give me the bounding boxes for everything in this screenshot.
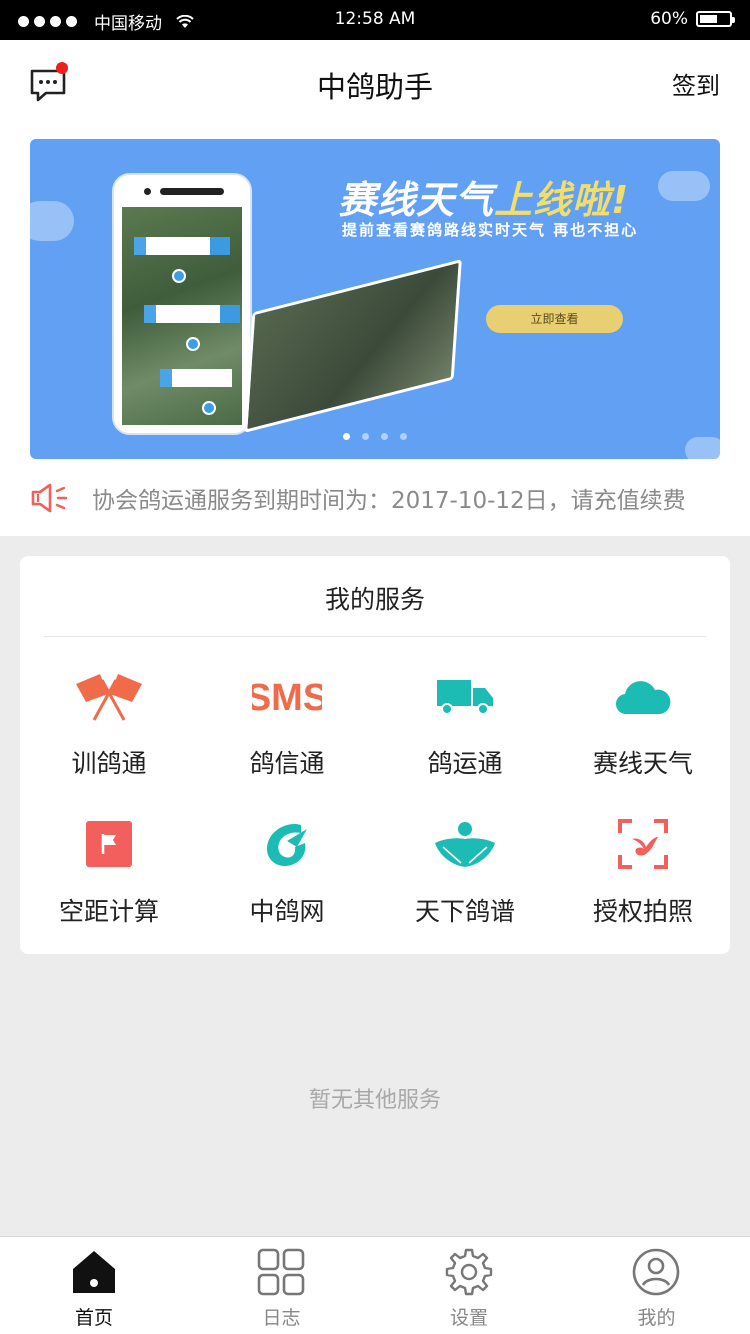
grid-icon	[257, 1248, 305, 1296]
pager-dot[interactable]	[362, 433, 369, 440]
home-icon	[72, 1251, 115, 1293]
cloud-decoration	[30, 201, 74, 241]
notice-bar[interactable]: 协会鸽运通服务到期时间为：2017-10-12日，请充值续费	[30, 478, 730, 518]
status-right: 60%	[650, 9, 735, 29]
tab-label: 我的	[637, 1307, 676, 1329]
service-geyuntong[interactable]: 鸽运通	[376, 666, 554, 806]
view-now-button[interactable]: 立即查看	[486, 305, 623, 333]
status-bar: 中国移动 12:58 AM 60%	[0, 0, 750, 40]
cloud-decoration	[685, 437, 720, 459]
services-title: 我的服务	[324, 585, 425, 614]
service-kongjujisuan[interactable]: 空距计算	[20, 814, 198, 954]
divider	[44, 636, 706, 637]
promo-banner[interactable]: 赛线天气上线啦! 提前查看赛鸽路线实时天气 再也不担心 立即查看	[30, 139, 720, 459]
service-gexintong[interactable]: SMS 鸽信通	[198, 666, 376, 806]
sms-icon: SMS	[252, 677, 322, 718]
signin-button[interactable]: 签到	[672, 66, 720, 101]
cloud-icon	[615, 681, 671, 715]
pager-dot[interactable]	[400, 433, 407, 440]
my-services-card: 我的服务 训鸽通 SMS 鸽信通 鸽运通 赛线天气 空距计算 中鸽网 天下鸽谱 …	[20, 556, 730, 954]
service-label: 天下鸽谱	[414, 897, 515, 926]
tablet-illustration	[244, 259, 462, 433]
tab-label: 设置	[449, 1307, 488, 1329]
tab-settings[interactable]: 设置	[375, 1237, 563, 1334]
banner-subtitle: 提前查看赛鸽路线实时天气 再也不担心	[342, 221, 639, 239]
tab-mine[interactable]: 我的	[563, 1237, 750, 1334]
phone-illustration	[112, 173, 252, 435]
tab-label: 日志	[262, 1307, 301, 1329]
service-label: 空距计算	[58, 897, 159, 926]
pigeon-logo-icon	[266, 823, 307, 867]
speaker-icon	[31, 483, 68, 513]
page-title: 中鸽助手	[316, 70, 433, 104]
tab-home[interactable]: 首页	[0, 1237, 188, 1334]
pigeon-wings-icon	[435, 822, 495, 867]
cloud-decoration	[658, 171, 710, 201]
crossed-flags-icon	[76, 674, 142, 721]
svg-text:SMS: SMS	[252, 677, 322, 718]
battery-icon	[696, 11, 735, 27]
banner-pager	[30, 433, 720, 440]
app-header: 中鸽助手 签到	[0, 40, 750, 126]
banner-section: 赛线天气上线啦! 提前查看赛鸽路线实时天气 再也不担心 立即查看 协会鸽运通服务…	[0, 126, 750, 536]
bottom-tab-bar: 首页 日志 设置 我的	[0, 1236, 750, 1334]
flag-icon	[86, 821, 132, 867]
notice-text: 协会鸽运通服务到期时间为：2017-10-12日，请充值续费	[92, 488, 686, 514]
service-label: 中鸽网	[249, 897, 325, 926]
tab-label: 首页	[74, 1307, 113, 1329]
service-zhonggewang[interactable]: 中鸽网	[198, 814, 376, 954]
service-xungetong[interactable]: 训鸽通	[20, 666, 198, 806]
service-shouquanpaizhao[interactable]: 授权拍照	[554, 814, 732, 954]
banner-headline: 赛线天气上线啦!	[338, 178, 630, 222]
service-label: 鸽运通	[427, 749, 503, 778]
battery-fill	[700, 15, 717, 23]
service-tianxiagepu[interactable]: 天下鸽谱	[376, 814, 554, 954]
service-label: 鸽信通	[249, 749, 325, 778]
gear-icon	[445, 1248, 492, 1296]
user-icon	[632, 1248, 680, 1296]
service-label: 授权拍照	[592, 897, 693, 926]
truck-icon	[437, 680, 493, 715]
empty-services-text: 暂无其他服务	[308, 1088, 441, 1113]
service-label: 赛线天气	[592, 749, 693, 778]
pager-dot[interactable]	[343, 433, 350, 440]
status-time: 12:58 AM	[334, 9, 416, 29]
pager-dot[interactable]	[381, 433, 388, 440]
scan-bird-icon	[618, 819, 668, 869]
battery-percent: 60%	[650, 9, 688, 29]
tab-log[interactable]: 日志	[188, 1237, 376, 1334]
service-label: 训鸽通	[71, 749, 147, 778]
map-screen	[122, 207, 242, 425]
service-saixiantianqi[interactable]: 赛线天气	[554, 666, 732, 806]
